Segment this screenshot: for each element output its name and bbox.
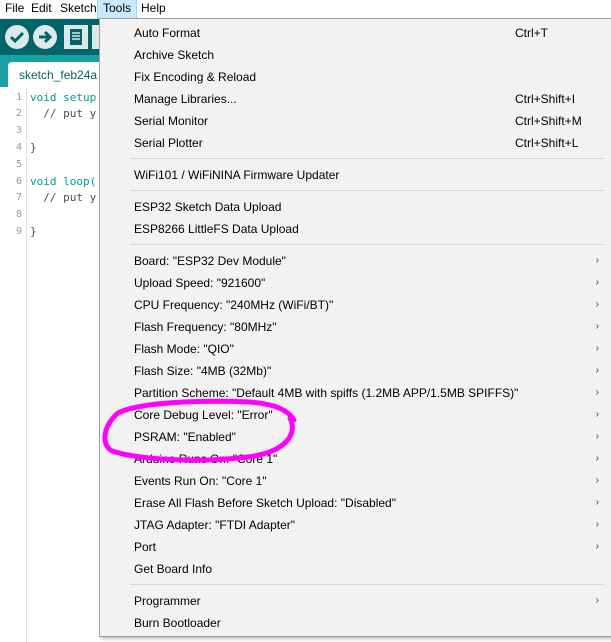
menu-help[interactable]: Help [136, 0, 171, 18]
menu-item-label: Port [134, 540, 157, 554]
menu-item-archive-sketch[interactable]: Archive Sketch [102, 44, 609, 66]
menu-item-label: Board: "ESP32 Dev Module" [134, 254, 286, 268]
menu-item-core-debug-level[interactable]: Core Debug Level: "Error" › [102, 404, 609, 426]
chevron-right-icon: › [595, 343, 599, 354]
menu-item-esp8266-littlefs-upload[interactable]: ESP8266 LittleFS Data Upload [102, 218, 609, 240]
menu-item-label: Archive Sketch [134, 48, 215, 62]
new-icon [70, 29, 82, 45]
menu-item-shortcut: Ctrl+Shift+L [515, 136, 579, 150]
menu-item-label: JTAG Adapter: "FTDI Adapter" [134, 518, 296, 532]
menu-separator [130, 158, 605, 159]
menu-item-label: Erase All Flash Before Sketch Upload: "D… [134, 496, 396, 510]
chevron-right-icon: › [595, 595, 599, 606]
menu-item-events-run-on[interactable]: Events Run On: "Core 1" › [102, 470, 609, 492]
chevron-right-icon: › [595, 299, 599, 310]
menu-item-label: WiFi101 / WiFiNINA Firmware Updater [134, 168, 340, 182]
menu-item-get-board-info[interactable]: Get Board Info [102, 558, 609, 580]
menu-item-label: Arduino Runs On: "Core 1" [134, 452, 278, 466]
menu-item-flash-mode[interactable]: Flash Mode: "QIO" › [102, 338, 609, 360]
menu-item-auto-format[interactable]: Auto Format Ctrl+T [102, 22, 609, 44]
chevron-right-icon: › [595, 387, 599, 398]
menu-item-label: ESP32 Sketch Data Upload [134, 200, 282, 214]
chevron-right-icon: › [595, 255, 599, 266]
menu-item-label: Flash Frequency: "80MHz" [134, 320, 277, 334]
code-line: } [30, 225, 37, 238]
menu-item-fix-encoding[interactable]: Fix Encoding & Reload [102, 66, 609, 88]
menu-item-label: Auto Format [134, 26, 201, 40]
menu-item-programmer[interactable]: Programmer › [102, 590, 609, 612]
code-line: // put y [30, 191, 97, 204]
menu-file[interactable]: File [0, 0, 29, 18]
tab-title: sketch_feb24a [19, 68, 98, 82]
tools-menu: Auto Format Ctrl+T Archive Sketch Fix En… [99, 18, 611, 637]
menu-item-flash-frequency[interactable]: Flash Frequency: "80MHz" › [102, 316, 609, 338]
menu-item-burn-bootloader[interactable]: Burn Bootloader [102, 612, 609, 634]
menu-item-label: Programmer [134, 594, 201, 608]
upload-icon [39, 30, 53, 44]
chevron-right-icon: › [595, 541, 599, 552]
chevron-right-icon: › [595, 497, 599, 508]
chevron-right-icon: › [595, 365, 599, 376]
menu-tools[interactable]: Tools [96, 0, 138, 19]
menu-item-flash-size[interactable]: Flash Size: "4MB (32Mb)" › [102, 360, 609, 382]
menu-item-label: Serial Monitor [134, 114, 209, 128]
menu-item-psram[interactable]: PSRAM: "Enabled" › [102, 426, 609, 448]
code-line: } [30, 141, 37, 154]
code-line: // put y [30, 107, 97, 120]
menu-item-manage-libraries[interactable]: Manage Libraries... Ctrl+Shift+I [102, 88, 609, 110]
menu-item-label: Partition Scheme: "Default 4MB with spif… [134, 386, 519, 400]
menu-item-port[interactable]: Port › [102, 536, 609, 558]
menu-item-label: Upload Speed: "921600" [134, 276, 266, 290]
menu-item-label: Core Debug Level: "Error" [134, 408, 273, 422]
verify-icon [9, 31, 25, 44]
chevron-right-icon: › [595, 475, 599, 486]
chevron-right-icon: › [595, 321, 599, 332]
menu-item-label: Flash Mode: "QIO" [134, 342, 234, 356]
chevron-right-icon: › [595, 519, 599, 530]
menu-item-shortcut: Ctrl+T [515, 26, 548, 40]
chevron-right-icon: › [595, 277, 599, 288]
menu-item-serial-monitor[interactable]: Serial Monitor Ctrl+Shift+M [102, 110, 609, 132]
menu-item-jtag-adapter[interactable]: JTAG Adapter: "FTDI Adapter" › [102, 514, 609, 536]
menu-sketch[interactable]: Sketch [55, 0, 102, 18]
menu-item-esp32-data-upload[interactable]: ESP32 Sketch Data Upload [102, 196, 609, 218]
menu-separator [130, 190, 605, 191]
menu-item-label: Flash Size: "4MB (32Mb)" [134, 364, 272, 378]
menu-item-label: Get Board Info [134, 562, 213, 576]
menu-item-serial-plotter[interactable]: Serial Plotter Ctrl+Shift+L [102, 132, 609, 154]
line-number: 9 [15, 226, 22, 237]
menu-item-upload-speed[interactable]: Upload Speed: "921600" › [102, 272, 609, 294]
menu-item-erase-all-flash[interactable]: Erase All Flash Before Sketch Upload: "D… [102, 492, 609, 514]
menu-edit[interactable]: Edit [26, 0, 57, 18]
chevron-right-icon: › [595, 453, 599, 464]
menu-bar: File Edit Sketch Tools Help [0, 0, 611, 19]
menu-item-label: ESP8266 LittleFS Data Upload [134, 222, 299, 236]
line-number: 5 [15, 159, 22, 170]
menu-item-partition-scheme[interactable]: Partition Scheme: "Default 4MB with spif… [102, 382, 609, 404]
menu-item-cpu-frequency[interactable]: CPU Frequency: "240MHz (WiFi/BT)" › [102, 294, 609, 316]
menu-item-shortcut: Ctrl+Shift+I [515, 92, 576, 106]
upload-button[interactable] [33, 25, 57, 49]
menu-item-shortcut: Ctrl+Shift+M [515, 114, 582, 128]
chevron-right-icon: › [595, 409, 599, 420]
menu-separator [130, 584, 605, 585]
menu-item-label: PSRAM: "Enabled" [134, 430, 236, 444]
chevron-right-icon: › [595, 431, 599, 442]
menu-item-arduino-runs-on[interactable]: Arduino Runs On: "Core 1" › [102, 448, 609, 470]
menu-item-label: Serial Plotter [134, 136, 203, 150]
menu-item-label: Events Run On: "Core 1" [134, 474, 267, 488]
menu-item-label: Manage Libraries... [134, 92, 237, 106]
new-button[interactable] [64, 25, 88, 49]
menu-item-label: Burn Bootloader [134, 616, 221, 630]
line-gutter: 1 2 3 4 6 5 7 8 9 [0, 87, 27, 642]
verify-button[interactable] [5, 25, 29, 49]
menu-item-label: CPU Frequency: "240MHz (WiFi/BT)" [134, 298, 334, 312]
menu-separator [130, 244, 605, 245]
menu-item-wifi-firmware-updater[interactable]: WiFi101 / WiFiNINA Firmware Updater [102, 164, 609, 186]
menu-item-board[interactable]: Board: "ESP32 Dev Module" › [102, 250, 609, 272]
menu-item-label: Fix Encoding & Reload [134, 70, 257, 84]
